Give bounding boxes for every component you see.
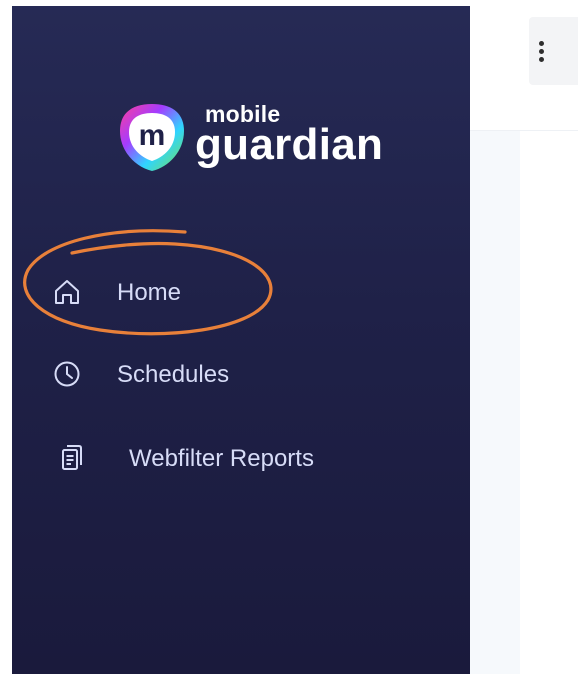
svg-text:m: m [139, 119, 166, 152]
clock-icon [54, 361, 80, 387]
sidebar-item-label: Home [117, 279, 182, 306]
sidebar-item-home[interactable]: Home [12, 264, 470, 320]
home-icon [55, 280, 79, 304]
mobile-guardian-logo: m mobile guardian [117, 101, 383, 181]
more-menu-button[interactable] [529, 17, 578, 85]
sidebar-item-schedules[interactable]: Schedules [12, 346, 470, 402]
sidebar-item-label: Schedules [117, 361, 230, 388]
vertical-dots-icon [539, 40, 544, 62]
sidebar-item-label: Webfilter Reports [129, 445, 314, 472]
page: m mobile guardian Home Schedules Webfilt… [0, 0, 578, 674]
logo-mark-icon: m [120, 104, 184, 171]
logo-text-guardian: guardian [195, 120, 384, 169]
content-area [470, 130, 520, 674]
sidebar: m mobile guardian Home Schedules Webfilt… [12, 6, 470, 674]
document-icon [62, 445, 82, 470]
sidebar-item-webfilter-reports[interactable]: Webfilter Reports [12, 430, 470, 486]
